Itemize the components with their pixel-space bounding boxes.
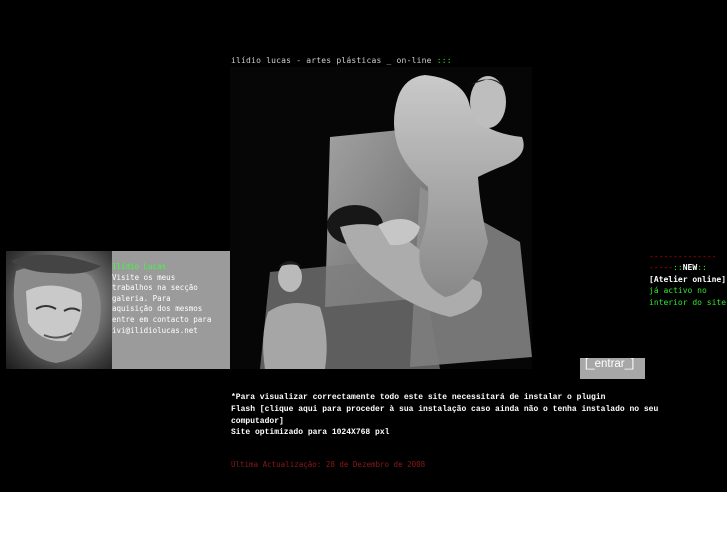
artist-portrait [6,251,112,369]
notes-resolution: Site optimizado para 1024X768 pxl [231,428,390,438]
install-notes: *Para visualizar correctamente todo este… [231,392,661,439]
enter-button[interactable]: [_entrar_] [580,358,645,379]
promo-line: entre em contacto para [112,314,212,324]
page-background: ilídio lucas - artes plásticas _ on-line… [0,0,727,492]
last-update: Última Actualização: 28 de Dezembro de 2… [231,460,426,469]
promo-email-link[interactable]: ivi@ilidiolucas.net [112,326,230,337]
flash-install-link[interactable]: Flash [clique aqui para proceder à sua i… [231,405,658,426]
promo-line: galeria. Para [112,293,171,303]
promo-title: Ilídio Lucas [112,262,167,271]
news-item[interactable]: [Atelier online] já activo no interior d… [649,274,727,308]
enter-button-label: [_entrar_] [585,358,635,370]
news-dots-right: :: [697,263,707,273]
news-dots-left: :: [673,263,683,273]
promo-line: Visite os meus [112,272,176,282]
promo-panel: Ilídio Lucas Visite os meus trabalhos na… [6,251,230,369]
news-box: -------------- -----::NEW:: [Atelier onl… [649,251,727,308]
news-item-text: já activo no interior do site [649,286,727,307]
site-title-text: ilídio lucas - artes plásticas _ on-line [231,56,432,65]
news-divider: -------------- [649,252,717,261]
site-title-dots: ::: [436,56,452,65]
news-item-title: [Atelier online] [649,274,727,284]
notes-line: *Para visualizar correctamente todo este… [231,393,606,402]
promo-line: aquisição dos mesmos [112,304,203,314]
promo-line: trabalhos na secção [112,283,198,293]
news-divider-short: ----- [649,263,674,273]
news-new-label: NEW [682,263,698,273]
promo-text: Ilídio Lucas Visite os meus trabalhos na… [112,262,230,336]
site-title: ilídio lucas - artes plásticas _ on-line… [231,56,452,65]
artwork-image [230,67,532,369]
artwork-drawing [230,67,532,369]
